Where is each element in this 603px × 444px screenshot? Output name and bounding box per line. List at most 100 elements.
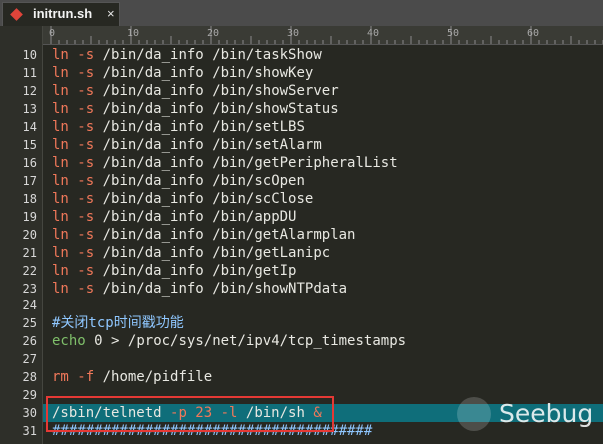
code-line[interactable]: 15 ln -s /bin/da_info /bin/setAlarm: [0, 136, 603, 154]
code-line[interactable]: 11 ln -s /bin/da_info /bin/showKey: [0, 64, 603, 82]
code-line[interactable]: 25 #关闭tcp时间戳功能: [0, 314, 603, 332]
line-number: 19: [22, 210, 37, 224]
ruler-label: 60: [527, 28, 540, 39]
code-flag: -s: [77, 209, 95, 225]
code-line[interactable]: 14 ln -s /bin/da_info /bin/setLBS: [0, 118, 603, 136]
code-flag: -s: [77, 281, 95, 297]
tab-bar: initrun.sh ×: [0, 0, 603, 27]
code-path: /bin/: [212, 173, 255, 189]
code-name: setAlarm: [254, 137, 322, 153]
code-path: /bin/da_info: [102, 191, 204, 207]
code-command: ln: [52, 83, 69, 99]
code-name: showNTPdata: [254, 281, 348, 297]
code-name: scClose: [254, 191, 314, 207]
code-name: getAlarmplan: [254, 227, 356, 243]
code-command: ln: [52, 119, 69, 135]
line-number: 21: [22, 246, 37, 260]
code-comment: #关闭tcp时间戳功能: [52, 315, 184, 331]
code-line[interactable]: 16 ln -s /bin/da_info /bin/getPeripheralL…: [0, 154, 603, 172]
code-path: /bin/da_info: [102, 227, 204, 243]
code-line[interactable]: 12 ln -s /bin/da_info /bin/showServer: [0, 82, 603, 100]
code-line[interactable]: 18 ln -s /bin/da_info /bin/scClose: [0, 190, 603, 208]
watermark: Seebug: [455, 395, 603, 435]
code-line[interactable]: 20 ln -s /bin/da_info /bin/getAlarmplan: [0, 226, 603, 244]
seebug-logo-icon: [457, 397, 491, 431]
code-line[interactable]: 26 echo 0 > /proc/sys/net/ipv4/tcp_times…: [0, 332, 603, 350]
ruler-label: 10: [127, 28, 140, 39]
code-name: taskShow: [254, 47, 322, 63]
code-line[interactable]: 13 ln -s /bin/da_info /bin/showStatus: [0, 100, 603, 118]
code-text: ln -s /bin/da_info /bin/getPeripheralLis…: [52, 154, 398, 172]
code-path: /bin/da_info: [102, 101, 204, 117]
code-line[interactable]: 10 ln -s /bin/da_info /bin/taskShow: [0, 46, 603, 64]
code-text: ln -s /bin/da_info /bin/showServer: [52, 82, 339, 100]
line-number: 27: [22, 352, 37, 366]
line-number: 18: [22, 192, 37, 206]
code-line[interactable]: 24: [0, 296, 603, 314]
code-text: ln -s /bin/da_info /bin/appDU: [52, 208, 297, 226]
code-path: /bin/da_info: [102, 263, 204, 279]
line-number: 20: [22, 228, 37, 242]
code-flag: -s: [77, 191, 95, 207]
code-line[interactable]: 17 ln -s /bin/da_info /bin/scOpen: [0, 172, 603, 190]
code-command: ln: [52, 65, 69, 81]
code-name: showServer: [254, 83, 339, 99]
watermark-text: Seebug: [499, 399, 594, 428]
code-flag: -f: [77, 369, 95, 385]
highlight-box: [46, 396, 334, 432]
code-name: getIp: [254, 263, 297, 279]
code-command: ln: [52, 245, 69, 261]
code-path: /bin/: [212, 119, 255, 135]
tab-initrun[interactable]: initrun.sh ×: [2, 2, 120, 26]
line-number: 31: [22, 424, 37, 438]
line-number: 26: [22, 334, 37, 348]
code-text: ln -s /bin/da_info /bin/setAlarm: [52, 136, 322, 154]
code-text: ln -s /bin/da_info /bin/taskShow: [52, 46, 322, 64]
code-text: ln -s /bin/da_info /bin/getAlarmplan: [52, 226, 356, 244]
code-command: ln: [52, 281, 69, 297]
code-path: /bin/: [212, 263, 255, 279]
ruler-label: 0: [49, 28, 56, 39]
code-flag: -s: [77, 47, 95, 63]
code-path: /bin/: [212, 155, 255, 171]
line-number: 10: [22, 48, 37, 62]
code-path: /proc/sys/net/ipv4/tcp_timestamps: [127, 333, 407, 349]
line-number: 24: [22, 298, 37, 312]
code-flag: -s: [77, 245, 95, 261]
code-command: ln: [52, 137, 69, 153]
close-icon[interactable]: ×: [107, 6, 115, 21]
ruler-label: 20: [207, 28, 220, 39]
code-flag: -s: [77, 83, 95, 99]
code-line[interactable]: 28 rm -f /home/pidfile: [0, 368, 603, 386]
code-path: /home/pidfile: [102, 369, 213, 385]
ruler-label: 30: [287, 28, 300, 39]
code-path: /bin/: [212, 101, 255, 117]
ruler-label: 50: [447, 28, 460, 39]
line-number: 13: [22, 102, 37, 116]
ruler-label: 40: [367, 28, 380, 39]
code-line[interactable]: 21 ln -s /bin/da_info /bin/getLanipc: [0, 244, 603, 262]
code-line[interactable]: 19 ln -s /bin/da_info /bin/appDU: [0, 208, 603, 226]
code-line[interactable]: 27: [0, 350, 603, 368]
code-path: /bin/: [212, 209, 255, 225]
code-path: /bin/: [212, 281, 255, 297]
code-path: /bin/da_info: [102, 209, 204, 225]
code-name: showStatus: [254, 101, 339, 117]
code-path: /bin/: [212, 83, 255, 99]
code-flag: -s: [77, 227, 95, 243]
code-text: ln -s /bin/da_info /bin/setLBS: [52, 118, 305, 136]
code-path: /bin/: [212, 47, 255, 63]
line-number: 30: [22, 406, 37, 420]
code-path: /bin/da_info: [102, 281, 204, 297]
code-path: /bin/: [212, 227, 255, 243]
code-command: ln: [52, 191, 69, 207]
code-command: ln: [52, 173, 69, 189]
code-path: /bin/da_info: [102, 155, 204, 171]
line-number: 28: [22, 370, 37, 384]
code-flag: -s: [77, 155, 95, 171]
code-line[interactable]: 22 ln -s /bin/da_info /bin/getIp: [0, 262, 603, 280]
code-command: ln: [52, 263, 69, 279]
code-text: ln -s /bin/da_info /bin/showKey: [52, 64, 313, 82]
code-path: /bin/: [212, 137, 255, 153]
code-flag: -s: [77, 263, 95, 279]
